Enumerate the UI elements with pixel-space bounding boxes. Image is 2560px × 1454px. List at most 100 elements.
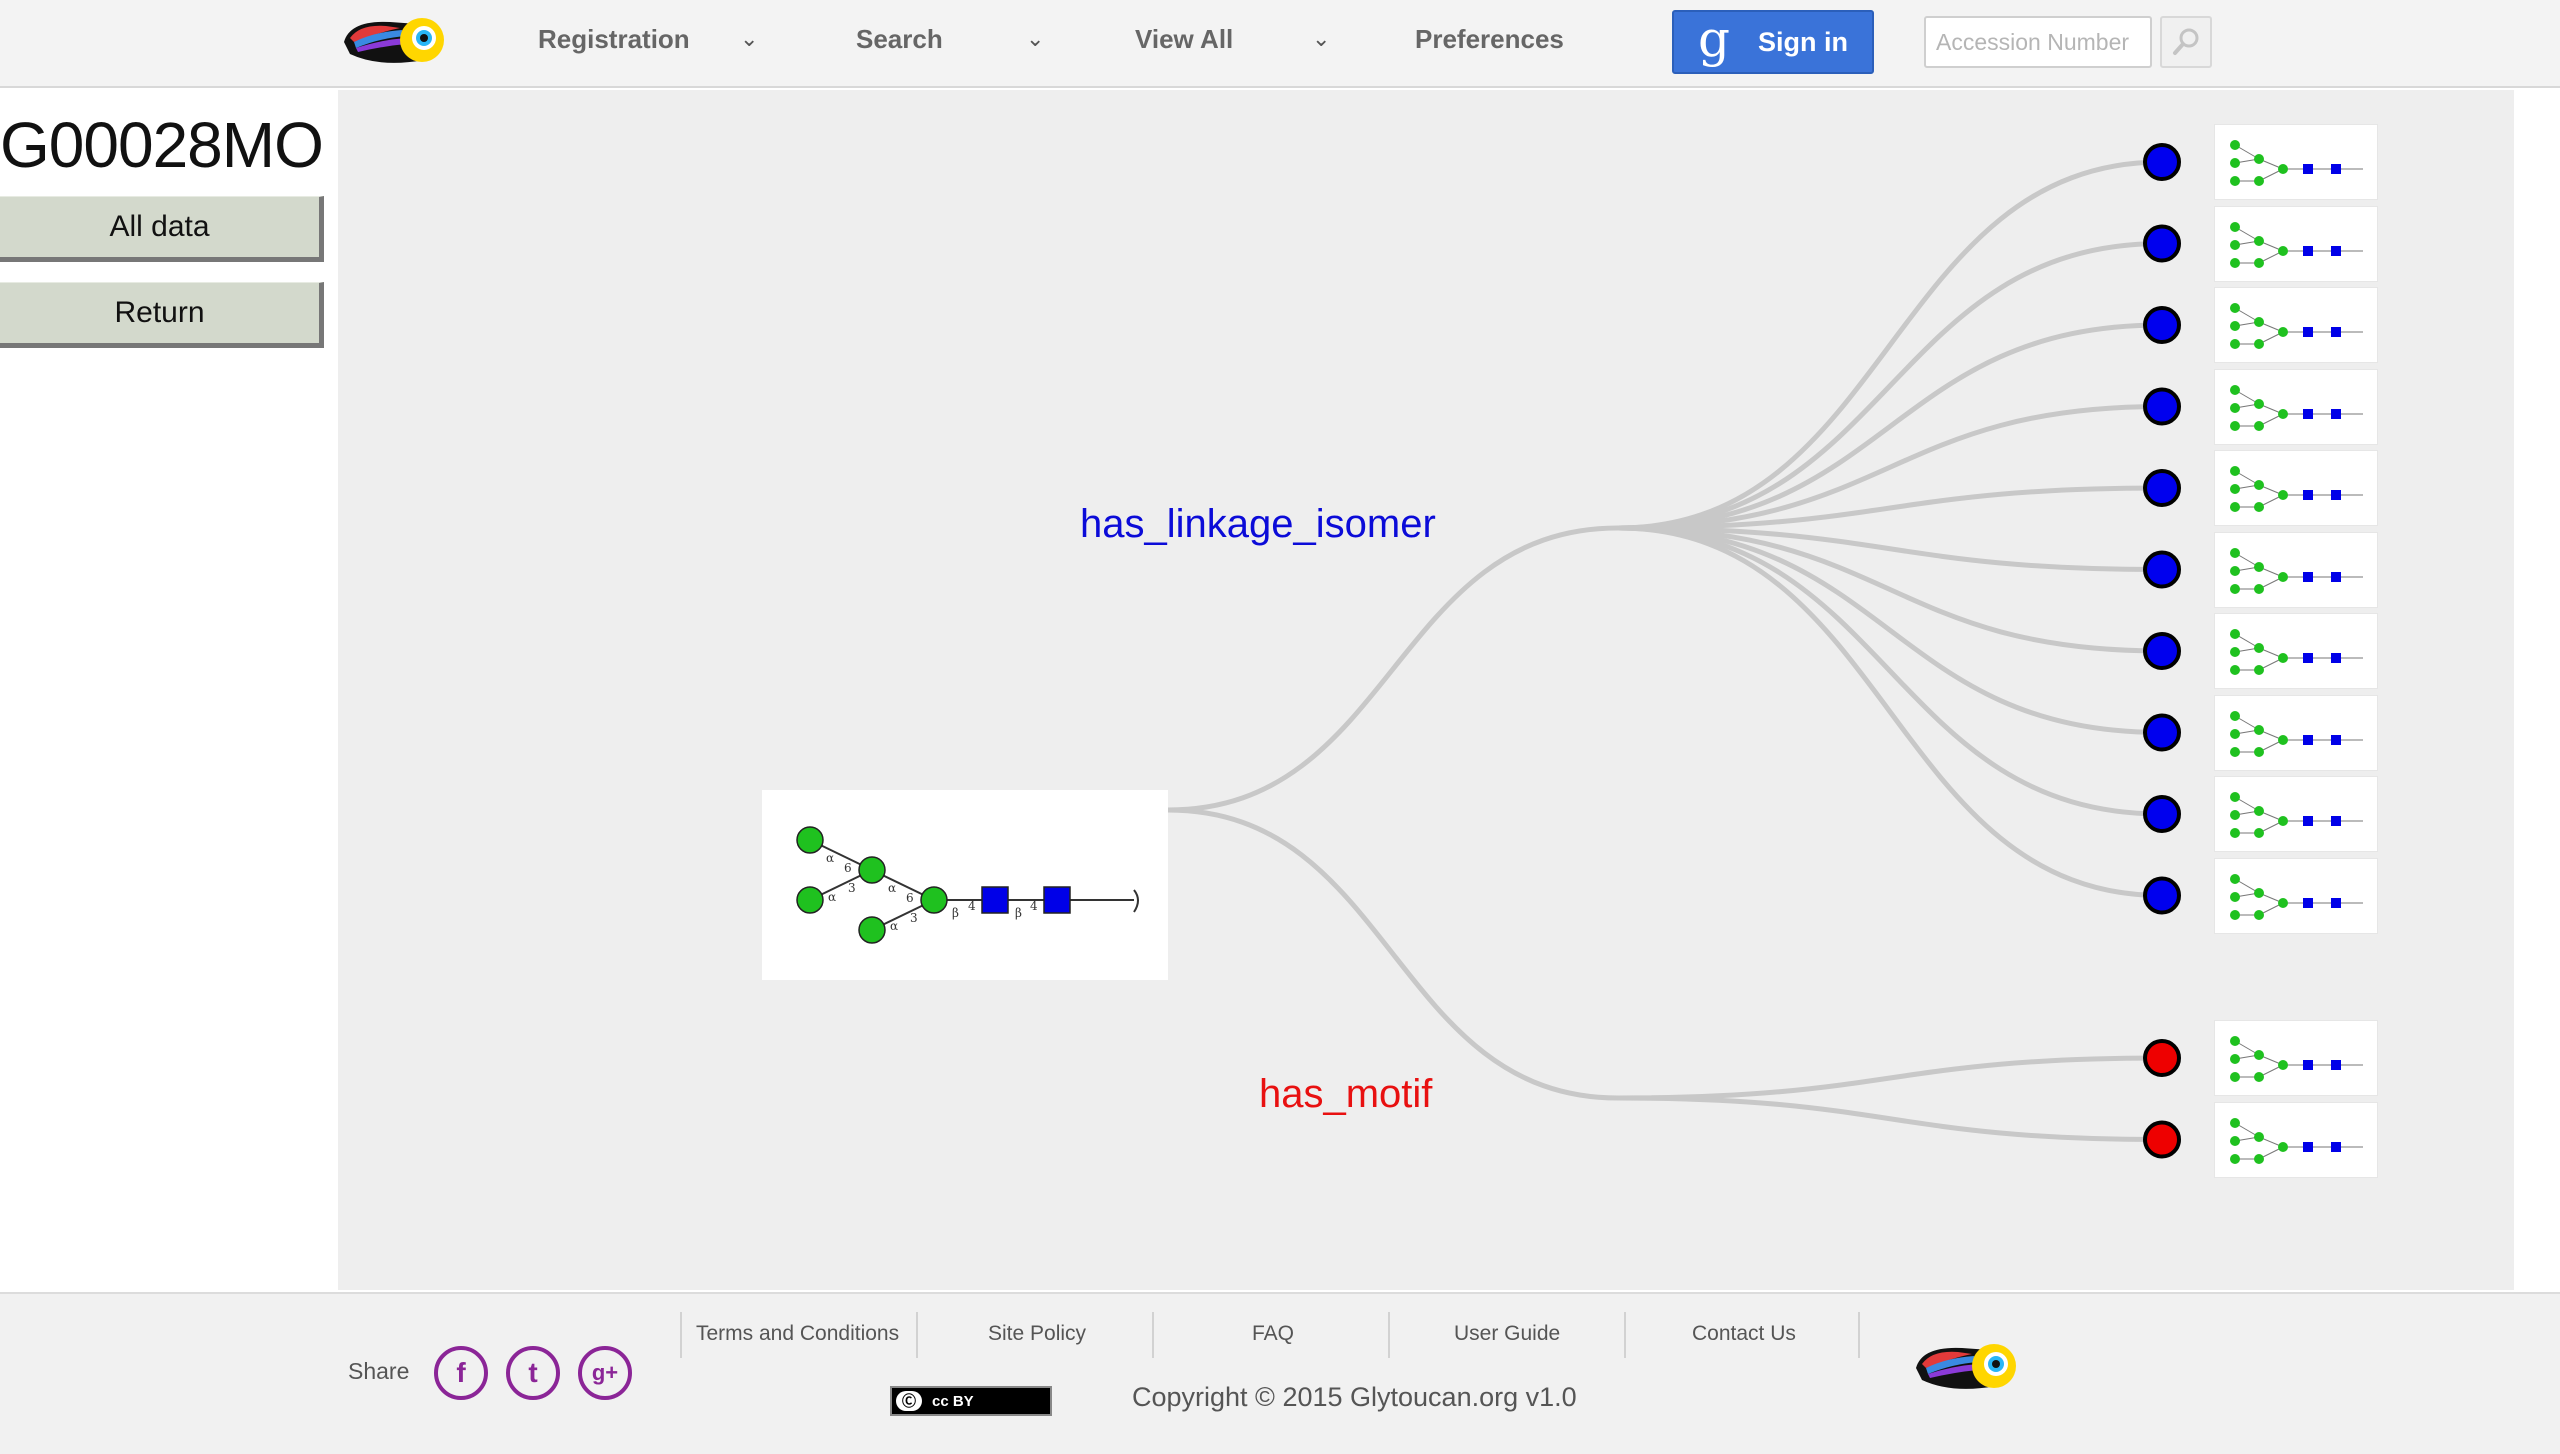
edge-isomer-7 [1617, 525, 2163, 735]
edge-motif-10 [1617, 1055, 2163, 1101]
nav-search-label: Search [856, 24, 943, 54]
footer-divider [1388, 1312, 1390, 1358]
sidebar [0, 90, 338, 1290]
edge-isomer-8 [1617, 525, 2163, 817]
edge-isomer-1 [1617, 241, 2163, 531]
accession-number-input[interactable] [1924, 16, 2152, 68]
linkage-text: α [888, 881, 896, 895]
motif-glycan-thumbnail[interactable] [2214, 1101, 2378, 1178]
linkage-isomer-node[interactable] [2143, 713, 2181, 752]
edge-motif-11 [1617, 1095, 2163, 1142]
nav-search[interactable]: Search [856, 24, 943, 55]
linkage-text: α [828, 890, 836, 904]
nav-preferences-label: Preferences [1415, 24, 1564, 54]
glycan-structure-icon [2230, 710, 2363, 757]
glycan-structure-icon [2230, 221, 2363, 268]
linkage-text: 4 [1030, 899, 1038, 913]
linkage-isomer-glycan-thumbnail[interactable] [2214, 287, 2378, 363]
glycan-structure-icon [2230, 303, 2363, 349]
linkage-text: 3 [848, 881, 856, 895]
footer-divider [680, 1312, 682, 1358]
linkage-isomer-node[interactable] [2143, 632, 2181, 670]
cc-icon: Ⓒ [896, 1391, 922, 1411]
search-button[interactable] [2160, 16, 2212, 68]
footer-divider [916, 1312, 918, 1358]
license-label: cc BY [932, 1392, 974, 1410]
footer-link-faq[interactable]: FAQ [1252, 1322, 1294, 1346]
linkage-isomer-glycan-thumbnail[interactable] [2214, 694, 2378, 771]
linkage-text: α [890, 919, 898, 933]
facebook-icon[interactable]: f [434, 1346, 488, 1400]
twitter-icon[interactable]: t [506, 1346, 560, 1400]
linkage-isomer-glycan-thumbnail[interactable] [2214, 205, 2378, 282]
nav-preferences[interactable]: Preferences [1415, 24, 1564, 55]
linkage-isomer-node[interactable] [2143, 224, 2181, 263]
nav-registration[interactable]: Registration [538, 24, 690, 55]
linkage-isomer-glycan-thumbnail[interactable] [2214, 531, 2378, 608]
glycan-structure-icon [2230, 1117, 2363, 1164]
relation-label-has-motif[interactable]: has_motif [1259, 1072, 1432, 1117]
linkage-isomer-node[interactable] [2143, 143, 2181, 181]
motif-node[interactable] [2143, 1120, 2181, 1159]
linkage-isomer-node[interactable] [2143, 876, 2181, 915]
linkage-text: β [952, 906, 959, 920]
edge-root-to-linkage-isomer [1167, 525, 1619, 813]
magnifier-icon [2173, 28, 2199, 55]
linkage-isomer-glycan-thumbnail[interactable] [2214, 124, 2378, 200]
footer-divider [1858, 1312, 1860, 1358]
linkage-text: β [1015, 906, 1022, 920]
google-plus-icon[interactable]: g+ [578, 1346, 632, 1400]
linkage-isomer-node[interactable] [2143, 469, 2181, 507]
glytoucan-footer-logo-icon [1916, 1344, 2016, 1389]
top-navbar: Registration ⌄ Search ⌄ View All ⌄ Prefe… [0, 0, 2560, 88]
footer-link-contact-us[interactable]: Contact Us [1692, 1322, 1796, 1346]
nav-view-all[interactable]: View All [1135, 24, 1233, 55]
chevron-down-icon[interactable]: ⌄ [1312, 26, 1330, 52]
linkage-isomer-glycan-thumbnail[interactable] [2214, 450, 2378, 526]
nav-registration-label: Registration [538, 24, 690, 54]
copyright-text: Copyright © 2015 Glytoucan.org v1.0 [1132, 1382, 1577, 1412]
signin-label: Sign in [1758, 26, 1849, 57]
footer-link-site-policy[interactable]: Site Policy [988, 1322, 1086, 1346]
glycan-structure-icon [2230, 629, 2363, 675]
edge-isomer-9 [1617, 525, 2163, 898]
linkage-isomer-glycan-thumbnail[interactable] [2214, 776, 2378, 852]
linkage-text: 4 [968, 899, 976, 913]
share-label: Share [348, 1358, 410, 1384]
nav-view-all-label: View All [1135, 24, 1234, 54]
google-signin-button[interactable]: g Sign in [1672, 10, 1874, 74]
all-data-button[interactable]: All data [0, 196, 324, 262]
footer-link-user-guide[interactable]: User Guide [1454, 1322, 1560, 1346]
glytoucan-logo-icon[interactable] [340, 12, 460, 72]
glycan-structure-icon [2230, 792, 2363, 838]
linkage-text: 6 [906, 891, 914, 905]
linkage-isomer-glycan-thumbnail[interactable] [2214, 368, 2378, 445]
linkage-text: 3 [910, 911, 918, 925]
chevron-down-icon[interactable]: ⌄ [740, 26, 758, 52]
linkage-isomer-node[interactable] [2143, 550, 2181, 589]
linkage-isomer-glycan-thumbnail[interactable] [2214, 857, 2378, 934]
motif-glycan-thumbnail[interactable] [2214, 1020, 2378, 1096]
cc-by-license-badge[interactable]: Ⓒ cc BY [890, 1386, 1052, 1416]
linkage-text: α [826, 851, 834, 865]
motif-node[interactable] [2143, 1039, 2181, 1077]
linkage-text: 6 [844, 861, 852, 875]
footer-link-terms[interactable]: Terms and Conditions [696, 1322, 899, 1346]
chevron-down-icon[interactable]: ⌄ [1026, 26, 1044, 52]
footer-divider [1624, 1312, 1626, 1358]
glycan-structure-icon [2230, 1036, 2363, 1082]
footer-divider [1152, 1312, 1154, 1358]
google-icon: g [1698, 10, 1731, 68]
page-title: G00028MO [0, 109, 324, 181]
relation-graph-canvas: α 6 α 3 α 6 α 3 β 4 β 4 has_linkage_isom… [338, 90, 2514, 1290]
linkage-isomer-glycan-thumbnail[interactable] [2214, 613, 2378, 689]
main-glycan-image[interactable]: α 6 α 3 α 6 α 3 β 4 β 4 [762, 790, 1168, 980]
linkage-isomer-node[interactable] [2143, 387, 2181, 426]
linkage-isomer-node[interactable] [2143, 795, 2181, 833]
relation-label-has-linkage-isomer[interactable]: has_linkage_isomer [1080, 502, 1436, 547]
linkage-isomer-node[interactable] [2143, 306, 2181, 344]
glycan-structure-icon [2230, 466, 2363, 512]
return-button[interactable]: Return [0, 282, 324, 348]
glycan-structure-icon: α 6 α 3 α 6 α 3 β 4 β 4 [796, 826, 1139, 944]
glycan-structure-icon [2230, 384, 2363, 431]
